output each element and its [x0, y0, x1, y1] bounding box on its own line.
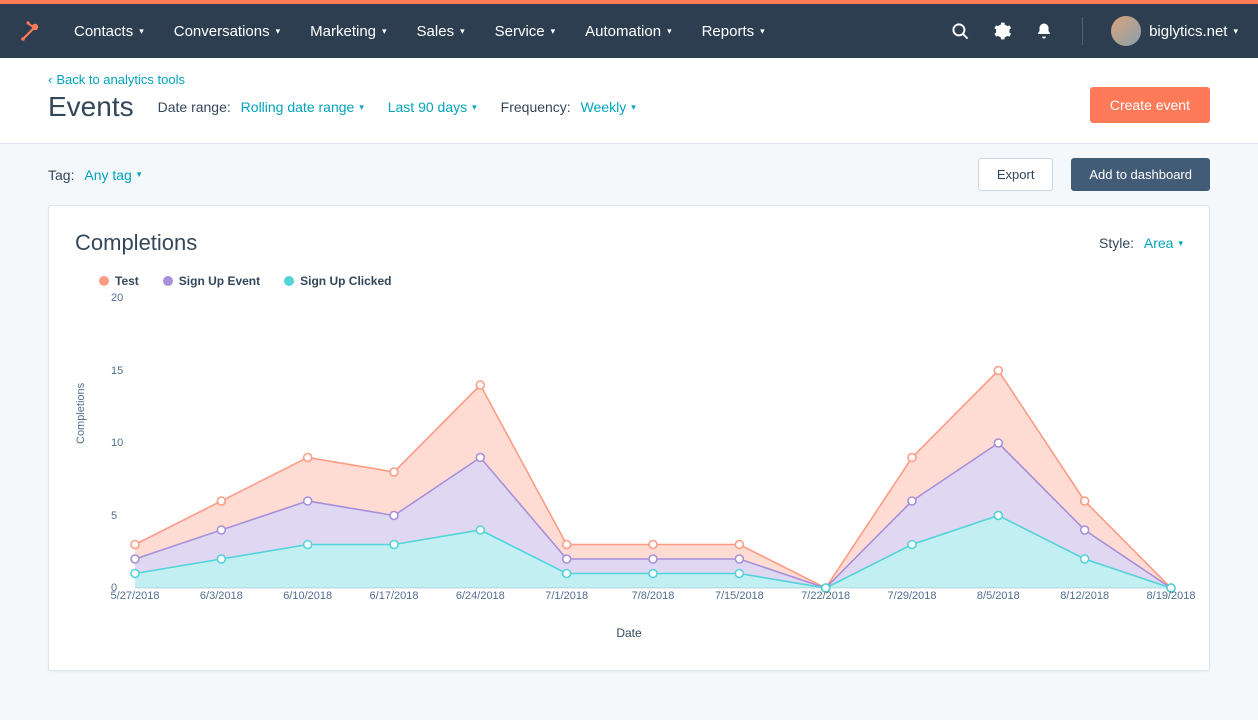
nav-automation[interactable]: Automation▾	[585, 23, 671, 40]
card-title: Completions	[75, 230, 197, 256]
page-title: Events	[48, 91, 134, 123]
chevron-down-icon: ▾	[139, 26, 144, 37]
nav-service[interactable]: Service▾	[495, 23, 556, 40]
date-range-mode-dropdown[interactable]: Rolling date range▾	[241, 99, 364, 115]
export-button[interactable]: Export	[978, 158, 1054, 191]
frequency-dropdown[interactable]: Weekly▾	[581, 99, 636, 115]
nav-items: Contacts▾ Conversations▾ Marketing▾ Sale…	[74, 23, 950, 40]
y-tick: 20	[111, 292, 123, 304]
caret-down-icon: ▾	[359, 102, 364, 113]
create-event-button[interactable]: Create event	[1090, 87, 1210, 123]
nav-contacts[interactable]: Contacts▾	[74, 23, 144, 40]
chevron-left-icon: ‹	[48, 72, 52, 87]
nav-right: biglytics.net ▾	[950, 16, 1238, 46]
chevron-down-icon: ▾	[460, 26, 465, 37]
account-switcher[interactable]: biglytics.net ▾	[1111, 16, 1238, 46]
subheader: ‹ Back to analytics tools Events Date ra…	[0, 58, 1258, 144]
y-tick: 5	[111, 510, 117, 522]
y-tick: 15	[111, 365, 123, 377]
account-name: biglytics.net	[1149, 23, 1227, 40]
bell-icon[interactable]	[1034, 21, 1054, 41]
top-nav: Contacts▾ Conversations▾ Marketing▾ Sale…	[0, 4, 1258, 58]
x-tick: 7/15/2018	[715, 590, 764, 602]
frequency-label: Frequency:	[501, 99, 571, 115]
caret-down-icon: ▾	[1178, 238, 1183, 249]
legend-label: Sign Up Clicked	[300, 274, 391, 288]
caret-down-icon: ▾	[137, 169, 142, 180]
x-tick: 8/12/2018	[1060, 590, 1109, 602]
date-range-label: Date range:	[158, 99, 231, 115]
legend-item[interactable]: Test	[99, 274, 139, 288]
legend-dot-icon	[284, 276, 294, 286]
caret-down-icon: ▾	[472, 102, 477, 113]
y-axis-label: Completions	[75, 383, 87, 444]
chevron-down-icon: ▾	[1233, 26, 1238, 37]
legend-label: Sign Up Event	[179, 274, 260, 288]
nav-reports[interactable]: Reports▾	[702, 23, 765, 40]
tag-label: Tag:	[48, 167, 74, 183]
chevron-down-icon: ▾	[760, 26, 765, 37]
x-tick: 7/29/2018	[888, 590, 937, 602]
legend-item[interactable]: Sign Up Clicked	[284, 274, 391, 288]
back-link[interactable]: ‹ Back to analytics tools	[48, 72, 636, 87]
avatar	[1111, 16, 1141, 46]
hubspot-logo[interactable]	[18, 18, 44, 44]
gear-icon[interactable]	[992, 21, 1012, 41]
nav-marketing[interactable]: Marketing▾	[310, 23, 386, 40]
completions-card: Completions Style: Area▾ Test Sign Up Eve…	[48, 205, 1210, 671]
divider	[1082, 17, 1083, 45]
x-tick: 5/27/2018	[111, 590, 160, 602]
date-range-value-dropdown[interactable]: Last 90 days▾	[388, 99, 477, 115]
chevron-down-icon: ▾	[276, 26, 281, 37]
x-axis-label: Date	[75, 626, 1183, 640]
caret-down-icon: ▾	[631, 102, 636, 113]
tag-dropdown[interactable]: Any tag▾	[84, 167, 141, 183]
chevron-down-icon: ▾	[551, 26, 556, 37]
y-tick: 10	[111, 437, 123, 449]
chart: Completions 05101520 5/27/20186/3/20186/…	[87, 298, 1177, 618]
legend-dot-icon	[99, 276, 109, 286]
search-icon[interactable]	[950, 21, 970, 41]
add-to-dashboard-button[interactable]: Add to dashboard	[1071, 158, 1210, 191]
legend-label: Test	[115, 274, 139, 288]
legend: Test Sign Up Event Sign Up Clicked	[99, 274, 1183, 288]
x-tick: 8/5/2018	[977, 590, 1020, 602]
x-tick: 7/22/2018	[801, 590, 850, 602]
x-tick: 6/10/2018	[283, 590, 332, 602]
nav-conversations[interactable]: Conversations▾	[174, 23, 280, 40]
x-tick: 7/8/2018	[632, 590, 675, 602]
x-tick: 8/19/2018	[1147, 590, 1196, 602]
x-tick: 6/17/2018	[370, 590, 419, 602]
toolbar: Tag: Any tag▾ Export Add to dashboard	[0, 144, 1258, 205]
legend-dot-icon	[163, 276, 173, 286]
x-tick: 6/24/2018	[456, 590, 505, 602]
style-dropdown[interactable]: Area▾	[1144, 235, 1183, 251]
chevron-down-icon: ▾	[667, 26, 672, 37]
x-tick: 7/1/2018	[545, 590, 588, 602]
chevron-down-icon: ▾	[382, 26, 387, 37]
style-label: Style:	[1099, 235, 1134, 251]
x-tick: 6/3/2018	[200, 590, 243, 602]
legend-item[interactable]: Sign Up Event	[163, 274, 260, 288]
nav-sales[interactable]: Sales▾	[417, 23, 465, 40]
